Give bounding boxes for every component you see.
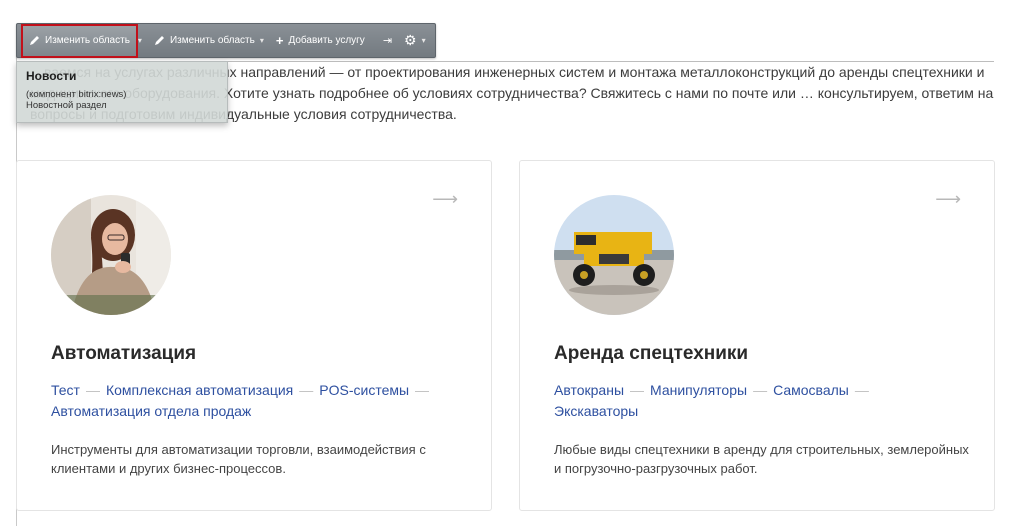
gear-icon: ⚙ xyxy=(404,32,417,48)
card-description: Инструменты для автоматизации торговли, … xyxy=(51,442,426,476)
add-service-button[interactable]: + Добавить услугу xyxy=(270,27,371,55)
pencil-icon xyxy=(154,35,165,46)
pencil-icon xyxy=(29,35,40,46)
card-title[interactable]: Аренда спецтехники xyxy=(554,343,748,365)
dash-separator: — xyxy=(630,382,644,398)
component-tooltip: Новости (компонент bitrix:news) Новостно… xyxy=(16,61,228,123)
tooltip-description: Новостной раздел xyxy=(26,100,107,111)
edit-area-button-active[interactable]: Изменить область xyxy=(21,23,138,58)
dash-separator: — xyxy=(299,382,314,398)
link-dump-trucks[interactable]: Самосвалы xyxy=(773,382,849,398)
dash-separator: — xyxy=(753,382,768,398)
link-complex-automation[interactable]: Комплексная автоматизация xyxy=(106,382,293,398)
link-pos-systems[interactable]: POS-системы xyxy=(319,382,409,398)
edit-area-label: Изменить область xyxy=(45,35,130,46)
link-manipulators[interactable]: Манипуляторы xyxy=(650,382,747,398)
link-test[interactable]: Тест xyxy=(51,382,80,398)
service-card-equipment-rental[interactable]: ⟶ Аренда спецтехники Автокраны — Манипулят… xyxy=(519,160,995,511)
plus-icon: + xyxy=(275,33,284,48)
card-description: Любые виды спецтехники в аренду для стро… xyxy=(554,442,969,476)
tooltip-component-name: (компонент bitrix:news) xyxy=(26,89,127,100)
edit-toolbar: Изменить область ▾ Изменить область ▾ + … xyxy=(16,23,436,58)
edit-area-button[interactable]: Изменить область ▾ xyxy=(148,27,270,55)
card-image-woman[interactable] xyxy=(51,195,171,315)
settings-button[interactable]: ⚙ ▾ xyxy=(398,27,432,55)
card-image-truck[interactable] xyxy=(554,195,674,315)
tooltip-title: Новости xyxy=(26,69,77,83)
chevron-down-icon: ▾ xyxy=(259,36,264,45)
link-sales-automation[interactable]: Автоматизация отдела продаж xyxy=(51,403,251,419)
move-button[interactable]: ⇥ xyxy=(377,27,398,55)
card-links: Тест — Комплексная автоматизация — POS-систе… xyxy=(51,380,471,422)
arrow-right-icon[interactable]: ⟶ xyxy=(432,189,458,210)
card-links: Автокраны — Манипуляторы — Самосвалы — Экскава… xyxy=(554,380,974,422)
link-excavators[interactable]: Экскаваторы xyxy=(554,403,638,419)
dash-separator: — xyxy=(415,382,430,398)
dash-separator: — xyxy=(854,382,869,398)
chevron-down-icon[interactable]: ▾ xyxy=(138,36,142,45)
arrow-to-right-icon: ⇥ xyxy=(382,35,393,47)
dash-separator: — xyxy=(85,382,100,398)
chevron-down-icon: ▾ xyxy=(421,36,426,45)
edit-area-label: Изменить область xyxy=(169,35,255,46)
card-title[interactable]: Автоматизация xyxy=(51,343,196,365)
service-card-automation[interactable]: ⟶ Автоматизация Тест — Комплексная автомат… xyxy=(16,160,492,511)
arrow-right-icon[interactable]: ⟶ xyxy=(935,189,961,210)
link-cranes[interactable]: Автокраны xyxy=(554,382,624,398)
add-service-label: Добавить услугу xyxy=(288,35,365,46)
